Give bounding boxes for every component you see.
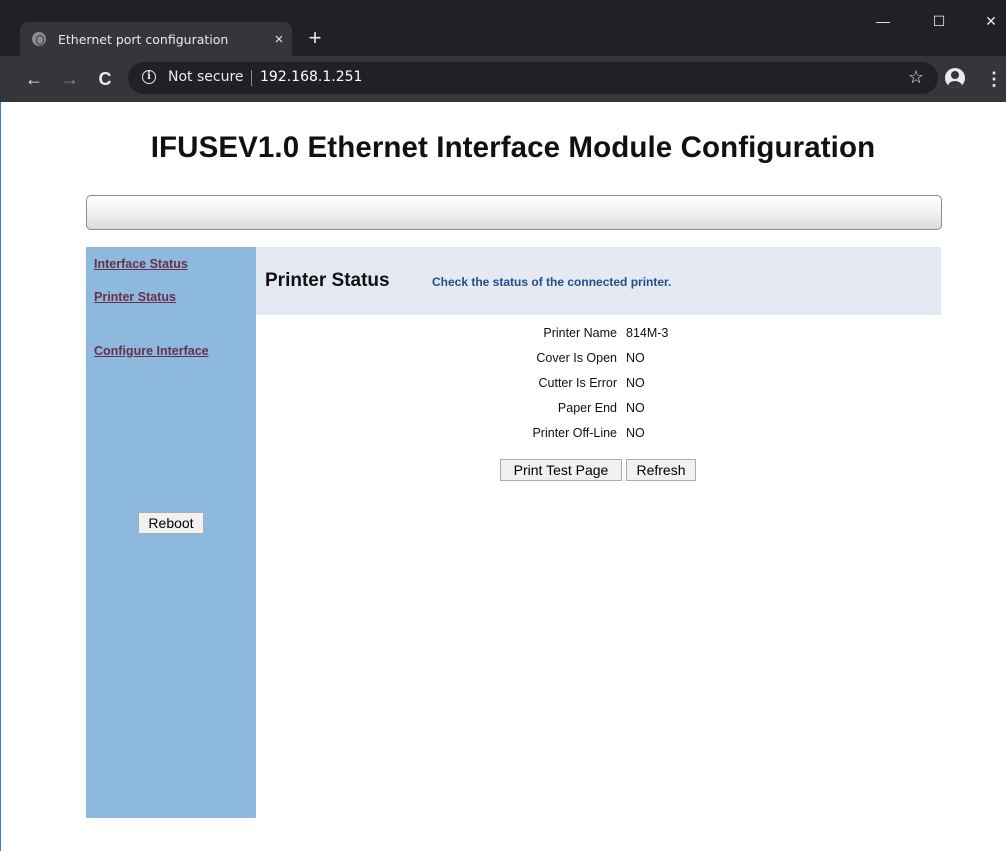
- sidebar-link-interface-status[interactable]: Interface Status: [94, 257, 188, 271]
- maximize-button[interactable]: ☐: [924, 10, 954, 32]
- print-test-page-button[interactable]: Print Test Page: [500, 459, 622, 481]
- section-header: Printer Status Check the status of the c…: [256, 247, 941, 315]
- status-value: NO: [626, 401, 645, 415]
- status-label: Cover Is Open: [536, 351, 617, 365]
- url-text[interactable]: 192.168.1.251: [260, 69, 362, 85]
- new-tab-button[interactable]: +: [302, 26, 328, 52]
- browser-tab[interactable]: Ethernet port configuration ×: [20, 22, 292, 56]
- minimize-button[interactable]: —: [868, 10, 898, 32]
- close-tab-icon[interactable]: ×: [266, 31, 292, 48]
- status-label: Printer Name: [543, 326, 617, 340]
- status-value: NO: [626, 351, 645, 365]
- sidebar: Interface Status Printer Status Configur…: [86, 247, 256, 818]
- tab-title: Ethernet port configuration: [58, 31, 229, 47]
- menu-kebab-icon[interactable]: ⋮: [985, 67, 1003, 91]
- omnibox-divider: [251, 70, 252, 86]
- refresh-button[interactable]: Refresh: [626, 459, 696, 481]
- globe-icon: [32, 32, 46, 46]
- forward-button[interactable]: →: [58, 67, 82, 91]
- back-button[interactable]: ←: [22, 67, 46, 91]
- reload-button[interactable]: C: [93, 67, 117, 91]
- info-icon[interactable]: i: [142, 70, 156, 84]
- status-label: Printer Off-Line: [532, 426, 617, 440]
- status-row-printer-offline: Printer Off-Line NO: [500, 426, 760, 451]
- status-value: NO: [626, 376, 645, 390]
- status-value: 814M-3: [626, 326, 669, 340]
- page-title: IFUSEV1.0 Ethernet Interface Module Conf…: [150, 131, 876, 164]
- profile-avatar-icon[interactable]: [945, 68, 965, 88]
- security-indicator[interactable]: Not secure: [168, 69, 244, 85]
- close-window-button[interactable]: ✕: [976, 10, 1006, 32]
- sidebar-link-configure-interface[interactable]: Configure Interface: [94, 344, 209, 358]
- window-edge: [0, 102, 1, 851]
- browser-toolbar: ← → C i Not secure 192.168.1.251 ☆ ⋮: [0, 56, 1006, 102]
- printer-status-table: Printer Name 814M-3 Cover Is Open NO Cut…: [500, 326, 760, 451]
- section-description: Check the status of the connected printe…: [432, 275, 672, 289]
- sidebar-link-printer-status[interactable]: Printer Status: [94, 290, 176, 304]
- section-title: Printer Status: [265, 270, 390, 291]
- reboot-button[interactable]: Reboot: [138, 512, 204, 534]
- status-row-paper-end: Paper End NO: [500, 401, 760, 426]
- address-bar[interactable]: i Not secure 192.168.1.251 ☆: [128, 62, 938, 94]
- status-row-printer-name: Printer Name 814M-3: [500, 326, 760, 351]
- status-label: Paper End: [557, 401, 617, 415]
- banner-bar: [86, 195, 942, 230]
- status-value: NO: [626, 426, 645, 440]
- bookmark-star-icon[interactable]: ☆: [908, 67, 924, 88]
- status-label: Cutter Is Error: [538, 376, 618, 390]
- status-row-cover-open: Cover Is Open NO: [500, 351, 760, 376]
- status-row-cutter-error: Cutter Is Error NO: [500, 376, 760, 401]
